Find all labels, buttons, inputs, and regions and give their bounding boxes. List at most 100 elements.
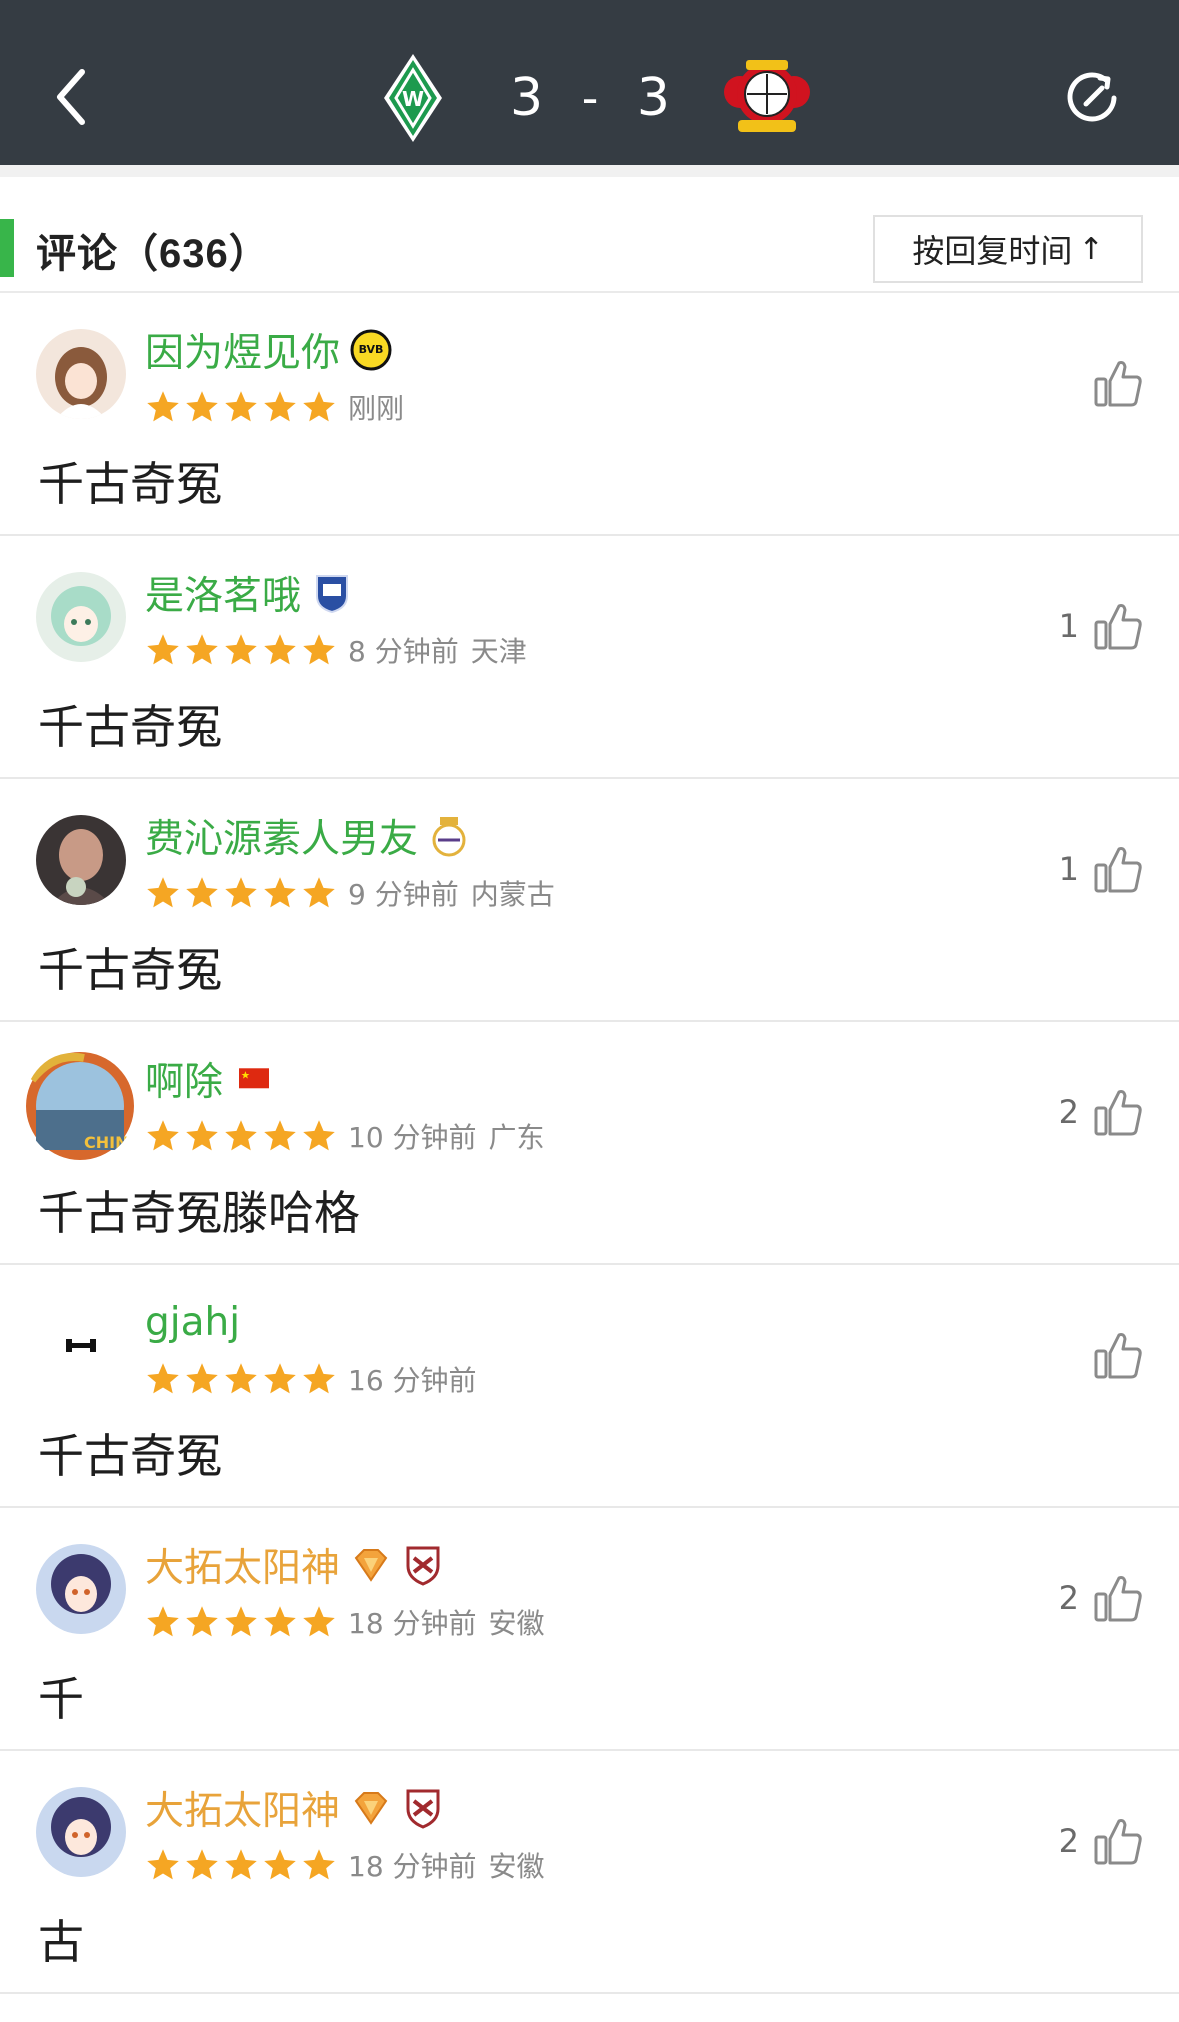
away-score: 3	[636, 68, 670, 128]
back-button[interactable]	[48, 62, 98, 132]
thumbs-up-icon	[1094, 604, 1142, 650]
bayer-leverkusen-logo[interactable]	[720, 58, 814, 136]
comment-content: 千古奇冤	[38, 457, 222, 511]
comment-time: 18 分钟前	[348, 1607, 477, 1640]
like-count: 1	[1058, 850, 1079, 888]
thumbs-up-icon	[1094, 1576, 1142, 1622]
like-count: 2	[1058, 1093, 1079, 1131]
werder-bremen-logo[interactable]: W	[382, 52, 444, 144]
bvb-club-badge-icon: BVB	[350, 329, 392, 371]
star-icon	[186, 1849, 218, 1880]
svg-text:BVB: BVB	[359, 343, 384, 356]
comment-time: 10 分钟前	[348, 1121, 477, 1154]
comment-time: 刚刚	[348, 392, 405, 425]
comments-section-header: 评论（636） 按回复时间 ↑	[0, 165, 1179, 293]
avatar[interactable]	[36, 1787, 126, 1877]
sort-arrow-icon: ↑	[1078, 231, 1104, 267]
comments-title: 评论（636）	[36, 232, 270, 276]
comment-item[interactable]: 是洛茗哦 8 分钟前 天津 1 千古奇冤	[0, 536, 1179, 779]
star-icon	[186, 877, 218, 908]
username[interactable]: 费沁源素人男友	[145, 808, 418, 864]
comment-location: 内蒙古	[470, 878, 555, 911]
username[interactable]: 大拓太阳神	[145, 1780, 340, 1836]
sort-button[interactable]: 按回复时间 ↑	[873, 215, 1143, 283]
vip-diamond-badge-icon	[354, 1549, 388, 1582]
star-icon	[147, 634, 179, 665]
star-icon	[303, 1120, 335, 1151]
rating-stars	[145, 875, 340, 911]
rating-stars	[145, 1847, 340, 1883]
star-icon	[264, 877, 296, 908]
avatar[interactable]	[36, 329, 126, 419]
comment-time: 8 分钟前	[348, 635, 459, 668]
star-icon	[264, 1606, 296, 1637]
star-icon	[264, 391, 296, 422]
star-icon	[186, 1363, 218, 1394]
svg-text:CHINA: CHINA	[84, 1133, 136, 1152]
refresh-icon	[1067, 72, 1117, 122]
username[interactable]: 因为煜见你	[145, 322, 340, 378]
comment-location: 安徽	[488, 1607, 545, 1640]
comment-item[interactable]: 因为煜见你 BVB 刚刚 千古奇冤	[0, 293, 1179, 536]
sort-label: 按回复时间	[912, 232, 1073, 270]
star-icon	[303, 877, 335, 908]
thumbs-up-icon	[1094, 1819, 1142, 1865]
like-button[interactable]: 2	[1059, 1811, 1143, 1871]
away-team-icon	[724, 60, 810, 132]
refresh-button[interactable]	[1062, 68, 1122, 128]
username[interactable]: 大拓太阳神	[145, 1537, 340, 1593]
avatar[interactable]	[36, 1301, 126, 1391]
comment-location: 安徽	[488, 1850, 545, 1883]
thumbs-up-icon	[1094, 1333, 1142, 1379]
like-button[interactable]	[1079, 353, 1143, 413]
comment-content: 古	[38, 1915, 84, 1969]
star-icon	[147, 1849, 179, 1880]
comment-location: 天津	[470, 635, 527, 668]
star-icon	[225, 1606, 257, 1637]
like-button[interactable]: 2	[1059, 1568, 1143, 1628]
username[interactable]: 啊除	[145, 1051, 223, 1107]
avatar[interactable]	[36, 815, 126, 905]
like-button[interactable]	[1079, 1325, 1143, 1385]
like-button[interactable]: 2	[1059, 1082, 1143, 1142]
star-icon	[147, 391, 179, 422]
comment-item[interactable]: gjahj 16 分钟前 千古奇冤	[0, 1265, 1179, 1508]
star-icon	[225, 391, 257, 422]
avatar[interactable]	[36, 572, 126, 662]
star-icon	[225, 634, 257, 665]
avatar[interactable]	[36, 1544, 126, 1634]
comment-content: 千古奇冤	[38, 700, 222, 754]
like-button[interactable]: 1	[1059, 596, 1143, 656]
comment-item[interactable]: 大拓太阳神 18 分钟前 安徽 2 古	[0, 1751, 1179, 1994]
home-team-icon: W	[384, 54, 442, 142]
like-count: 1	[1058, 607, 1079, 645]
vip-diamond-badge-icon	[354, 1792, 388, 1825]
home-score: 3	[510, 68, 544, 128]
comment-content: 千古奇冤	[38, 943, 222, 997]
tianjin-club-badge-icon	[316, 575, 349, 614]
comment-content: 千古奇冤	[38, 1429, 222, 1483]
star-icon	[303, 634, 335, 665]
thumbs-up-icon	[1094, 361, 1142, 407]
comment-item[interactable]: 费沁源素人男友 9 分钟前 内蒙古 1 千古奇冤	[0, 779, 1179, 1022]
shield-club-badge-icon	[406, 1789, 440, 1829]
comment-content: 千	[38, 1672, 84, 1726]
thumbs-up-icon	[1094, 1090, 1142, 1136]
chevron-left-icon	[57, 69, 85, 125]
china-flag-icon	[239, 1068, 270, 1089]
rating-stars	[145, 1361, 340, 1397]
star-icon	[225, 1363, 257, 1394]
username[interactable]: 是洛茗哦	[145, 565, 301, 621]
comment-item[interactable]: 大拓太阳神 18 分钟前 安徽 2 千	[0, 1508, 1179, 1751]
star-icon	[303, 391, 335, 422]
avatar[interactable]: CHINA	[24, 1050, 136, 1162]
star-icon	[225, 1849, 257, 1880]
like-button[interactable]: 1	[1059, 839, 1143, 899]
star-icon	[186, 1606, 218, 1637]
thumbs-up-icon	[1094, 847, 1142, 893]
star-icon	[264, 1849, 296, 1880]
svg-text:W: W	[402, 87, 424, 111]
username[interactable]: gjahj	[145, 1300, 240, 1345]
comment-item[interactable]: CHINA 啊除 10 分钟前 广东 2 千古奇冤滕哈格	[0, 1022, 1179, 1265]
comment-list: 因为煜见你 BVB 刚刚 千古奇冤 是洛茗哦 8 分钟前 天津 1 千古奇冤 费…	[0, 293, 1179, 1994]
